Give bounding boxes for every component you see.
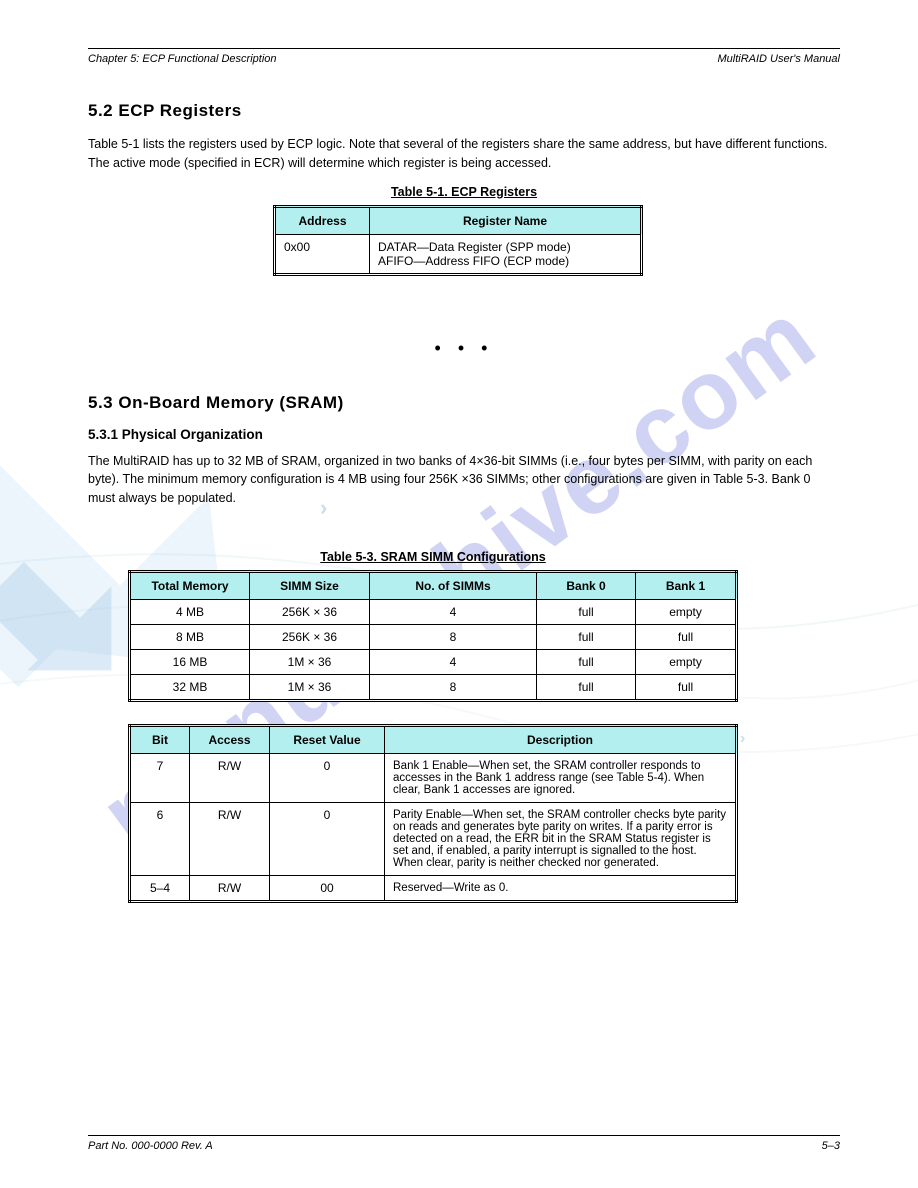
ellipsis-divider: • • •	[88, 338, 840, 359]
table-cell: DATAR—Data Register (SPP mode) AFIFO—Add…	[370, 234, 642, 274]
table-cell: 0	[270, 753, 385, 802]
table-header-cell: Address	[275, 206, 370, 234]
table-row: Address Register Name	[275, 206, 642, 234]
table-cell: empty	[636, 599, 737, 624]
table-row: 8 MB 256K × 36 8 full full	[130, 624, 737, 649]
table-5-3: Total Memory SIMM Size No. of SIMMs Bank…	[128, 570, 738, 702]
table-row: 7 R/W 0 Bank 1 Enable—When set, the SRAM…	[130, 753, 737, 802]
table-cell: 256K × 36	[250, 599, 370, 624]
table-cell: R/W	[190, 875, 270, 901]
table-cell: 00	[270, 875, 385, 901]
section-5-2-intro: Table 5-1 lists the registers used by EC…	[88, 135, 840, 173]
section-5-3-1-title: 5.3.1 Physical Organization	[88, 427, 840, 442]
table-5-3-title: Table 5-3. SRAM SIMM Configurations	[128, 550, 738, 564]
table-header-cell: Bank 1	[636, 571, 737, 599]
table-row: 0x00 DATAR—Data Register (SPP mode) AFIF…	[275, 234, 642, 274]
table-cell: Bank 1 Enable—When set, the SRAM control…	[385, 753, 737, 802]
table-header-cell: Access	[190, 725, 270, 753]
table-cell: 4	[370, 599, 537, 624]
table-row: Total Memory SIMM Size No. of SIMMs Bank…	[130, 571, 737, 599]
footer-rule	[88, 1135, 840, 1136]
table-header-cell: Bit	[130, 725, 190, 753]
table-row: 32 MB 1M × 36 8 full full	[130, 674, 737, 700]
header-right: MultiRAID User's Manual	[717, 53, 840, 65]
table-cell: 8	[370, 624, 537, 649]
table-cell: 256K × 36	[250, 624, 370, 649]
table-cell: full	[537, 624, 636, 649]
footer-page-number: 5–3	[822, 1140, 840, 1152]
table-5-1-title: Table 5-1. ECP Registers	[88, 185, 840, 199]
table-cell: 4 MB	[130, 599, 250, 624]
table-row: 6 R/W 0 Parity Enable—When set, the SRAM…	[130, 802, 737, 875]
table-header-cell: Total Memory	[130, 571, 250, 599]
table-cell: R/W	[190, 802, 270, 875]
table-cell: 0x00	[275, 234, 370, 274]
table-cell: 16 MB	[130, 649, 250, 674]
table-cell: 5–4	[130, 875, 190, 901]
table-cell: Reserved—Write as 0.	[385, 875, 737, 901]
register-bit-table: Bit Access Reset Value Description 7 R/W…	[128, 724, 738, 903]
section-5-3-title: 5.3 On-Board Memory (SRAM)	[88, 393, 840, 413]
table-row: Bit Access Reset Value Description	[130, 725, 737, 753]
footer-left: Part No. 000-0000 Rev. A	[88, 1140, 213, 1152]
table-row: 4 MB 256K × 36 4 full empty	[130, 599, 737, 624]
table-header-cell: Register Name	[370, 206, 642, 234]
table-cell: Parity Enable—When set, the SRAM control…	[385, 802, 737, 875]
table-cell: full	[537, 649, 636, 674]
table-cell: 8	[370, 674, 537, 700]
header-rule	[88, 48, 840, 49]
table-cell: full	[537, 599, 636, 624]
section-5-2-title: 5.2 ECP Registers	[88, 101, 840, 121]
table-cell: 1M × 36	[250, 649, 370, 674]
table-cell: 7	[130, 753, 190, 802]
table-cell: 4	[370, 649, 537, 674]
table-header-cell: SIMM Size	[250, 571, 370, 599]
table-row: 5–4 R/W 00 Reserved—Write as 0.	[130, 875, 737, 901]
table-cell: full	[636, 674, 737, 700]
table-header-cell: Reset Value	[270, 725, 385, 753]
table-cell: full	[537, 674, 636, 700]
table-cell: 6	[130, 802, 190, 875]
header-left: Chapter 5: ECP Functional Description	[88, 53, 277, 65]
section-5-3-1-para: The MultiRAID has up to 32 MB of SRAM, o…	[88, 452, 840, 508]
table-5-1: Address Register Name 0x00 DATAR—Data Re…	[273, 205, 643, 276]
table-cell: 8 MB	[130, 624, 250, 649]
table-cell: 0	[270, 802, 385, 875]
table-header-cell: No. of SIMMs	[370, 571, 537, 599]
table-header-cell: Bank 0	[537, 571, 636, 599]
table-row: 16 MB 1M × 36 4 full empty	[130, 649, 737, 674]
table-cell: 1M × 36	[250, 674, 370, 700]
table-cell: full	[636, 624, 737, 649]
table-cell: 32 MB	[130, 674, 250, 700]
table-cell: empty	[636, 649, 737, 674]
table-header-cell: Description	[385, 725, 737, 753]
table-cell: R/W	[190, 753, 270, 802]
